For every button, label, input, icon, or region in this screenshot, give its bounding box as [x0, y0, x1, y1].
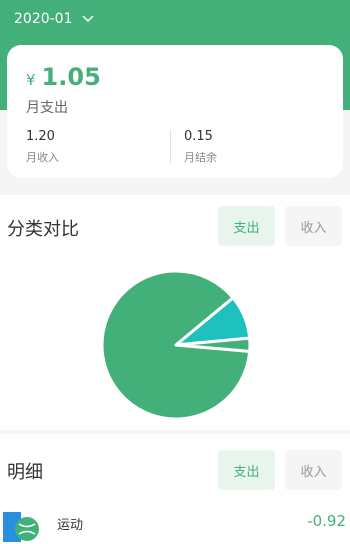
category-pie-chart	[100, 269, 252, 421]
month-label: 2020-01	[14, 11, 73, 27]
balance-stat: 0.15 月结余	[184, 129, 217, 165]
expense-label: 月支出	[26, 100, 68, 116]
detail-title: 明细	[7, 462, 43, 483]
detail-expense-tab[interactable]: 支出	[218, 450, 275, 490]
category-section: 分类对比 支出 收入	[0, 195, 350, 430]
balance-value: 0.15	[184, 129, 213, 144]
monthly-expense-amount: ¥ 1.05	[26, 63, 101, 91]
income-stat: 1.20 月收入	[26, 129, 59, 165]
currency-symbol: ¥	[26, 71, 36, 89]
month-picker[interactable]: 2020-01	[14, 11, 94, 27]
list-item-amount: -0.92	[307, 512, 346, 530]
stat-divider	[170, 130, 171, 164]
detail-section: 明细 支出 收入 运动 -0.92	[0, 434, 350, 544]
sport-icon	[3, 512, 39, 542]
list-item-name: 运动	[57, 518, 84, 533]
category-title: 分类对比	[7, 219, 79, 240]
income-value: 1.20	[26, 129, 55, 144]
balance-label: 月结余	[184, 151, 217, 164]
summary-card: ¥ 1.05 月支出 1.20 月收入 0.15 月结余	[7, 45, 343, 178]
list-item[interactable]: 运动 -0.92	[0, 512, 350, 544]
detail-income-tab[interactable]: 收入	[285, 450, 342, 490]
category-expense-tab[interactable]: 支出	[218, 206, 275, 246]
category-income-tab[interactable]: 收入	[285, 206, 342, 246]
chevron-down-icon	[82, 15, 93, 23]
expense-value: 1.05	[41, 63, 101, 91]
income-label: 月收入	[26, 151, 59, 164]
